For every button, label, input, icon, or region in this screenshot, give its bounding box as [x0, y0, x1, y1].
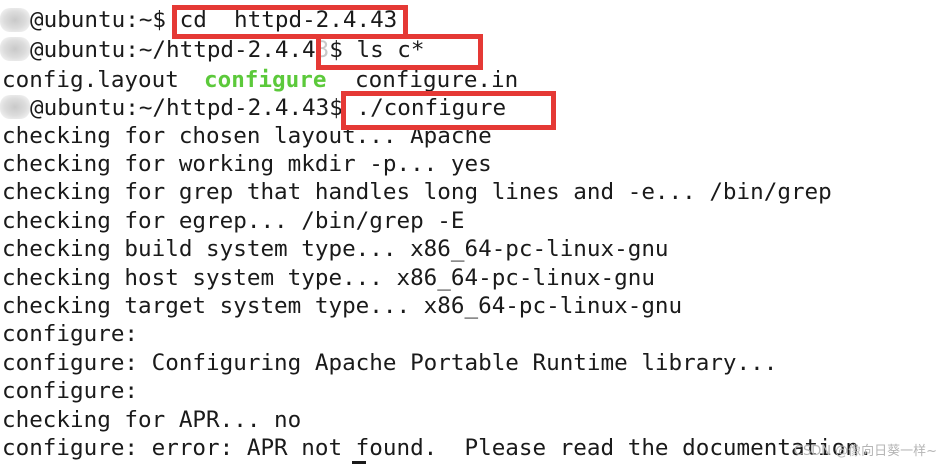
ls-output-file: configure.in: [355, 67, 519, 93]
output-line: configure:: [2, 378, 139, 404]
blurred-username-icon: [0, 37, 30, 61]
output-line: checking build system type... x86_64-pc-…: [2, 236, 669, 262]
blurred-username-icon: [0, 8, 30, 32]
watermark: CSDN @像向日葵一样~: [793, 444, 937, 459]
output-line: checking for egrep... /bin/grep -E: [2, 208, 465, 234]
blurred-username-icon: [0, 95, 30, 119]
prompt-text: @ubuntu:~$: [30, 7, 180, 33]
output-line: checking for working mkdir -p... yes: [2, 151, 492, 177]
prompt-text: @ubuntu:~/httpd-2.4.43$: [30, 95, 357, 121]
error-output-line: configure: error: APR not found. Please …: [2, 435, 873, 461]
text-cursor: [352, 461, 366, 464]
prompt-text: @ubuntu:~/httpd-2.4.4: [30, 37, 316, 63]
output-line: checking host system type... x86_64-pc-l…: [2, 265, 655, 291]
terminal-window[interactable]: @ubuntu:~$ cd httpd-2.4.43 @ubuntu:~/htt…: [0, 0, 951, 465]
output-line: checking for APR... no: [2, 407, 302, 433]
output-line: configure:: [2, 321, 139, 347]
ls-output-executable: configure: [204, 67, 327, 93]
output-line: checking target system type... x86_64-pc…: [2, 293, 683, 319]
output-line: configure: Configuring Apache Portable R…: [2, 350, 778, 376]
highlight-box-configure-command: [341, 91, 556, 130]
output-line: checking for grep that handles long line…: [2, 179, 832, 205]
highlight-box-ls-command: [316, 34, 483, 70]
ls-output-file: config.layout: [2, 67, 179, 93]
